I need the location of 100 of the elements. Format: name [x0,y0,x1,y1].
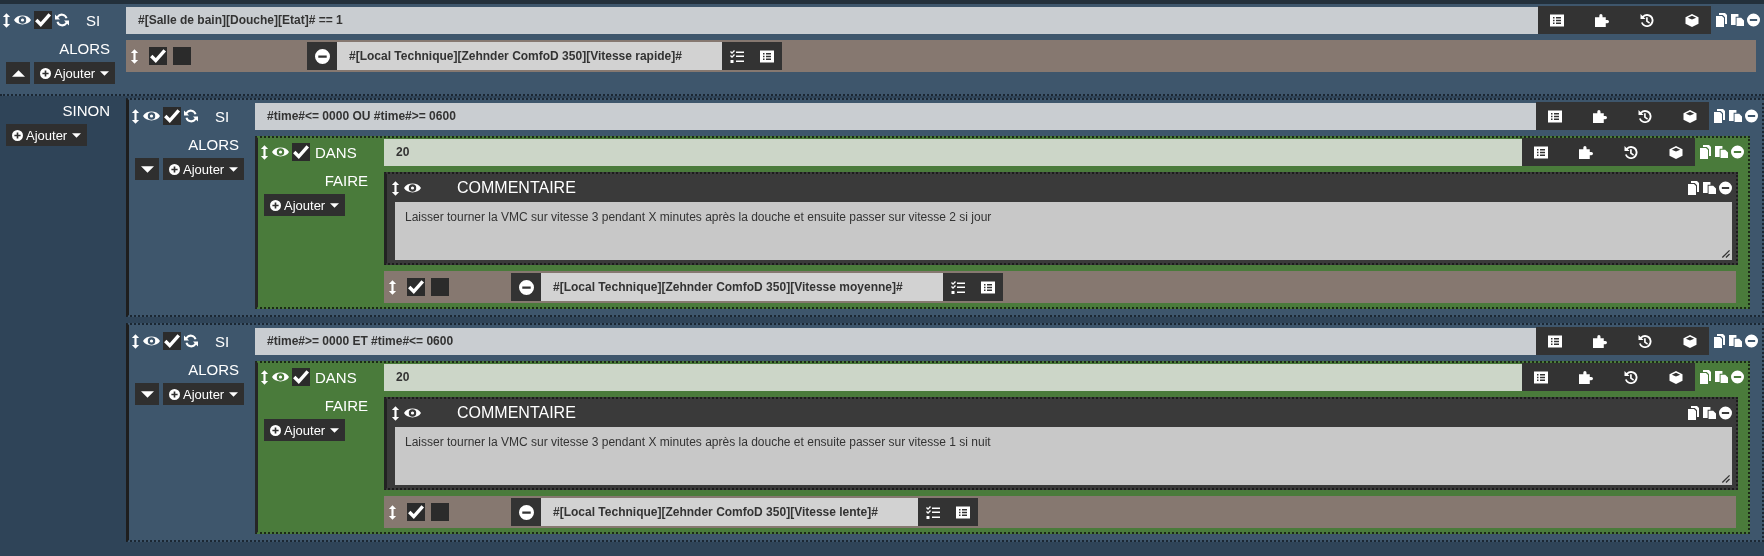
add-button[interactable]: Ajouter [264,194,346,216]
checkbox[interactable] [163,107,181,125]
remove-icon[interactable] [1731,145,1744,159]
eye-icon[interactable] [143,110,160,122]
copy-icon[interactable] [1699,145,1712,159]
remove-button[interactable] [307,42,337,70]
delay-field[interactable]: 20 [384,138,1522,166]
command-field[interactable]: #[Local Technique][Zehnder ComfoD 350][Vitesse rapide]# [337,42,722,70]
checkbox[interactable] [173,47,191,65]
drag-handle-icon[interactable] [388,504,397,520]
comment-field[interactable]: Laisser tourner la VMC sur vitesse 3 pendant X minutes après la douche et ensuite passer sur vitesse 1 si nuit [395,427,1732,485]
cube-icon[interactable] [1669,145,1683,159]
remove-icon[interactable] [1719,181,1732,195]
remove-icon[interactable] [1731,370,1744,384]
checkbox[interactable] [292,143,310,161]
eye-icon[interactable] [272,371,289,383]
checkbox[interactable] [149,47,167,65]
paste-icon[interactable] [1731,13,1744,27]
cube-icon[interactable] [1669,370,1683,384]
collapse-button[interactable] [135,383,159,405]
command-field[interactable]: #[Local Technique][Zehnder ComfoD 350][Vitesse lente]# [541,498,918,526]
drag-handle-icon[interactable] [2,12,11,28]
add-button[interactable]: Ajouter [163,158,245,180]
comment-field[interactable]: Laisser tourner la VMC sur vitesse 3 pendant X minutes après la douche et ensuite passer sur vitesse 2 si jour [395,202,1732,260]
refresh-icon[interactable] [184,334,198,348]
puzzle-icon[interactable] [1593,109,1607,123]
drag-handle-icon[interactable] [388,279,397,295]
puzzle-icon[interactable] [1579,370,1593,384]
checkbox[interactable] [431,503,449,521]
drag-handle-icon[interactable] [391,405,400,421]
drag-handle-icon[interactable] [260,144,269,160]
copy-icon[interactable] [1699,370,1712,384]
add-button[interactable]: Ajouter [264,419,346,441]
history-icon[interactable] [1640,13,1654,27]
add-button[interactable]: Ajouter [6,124,88,146]
copy-icon[interactable] [1715,13,1728,27]
paste-icon[interactable] [1715,370,1728,384]
copy-icon[interactable] [1687,181,1700,195]
checkbox[interactable] [34,11,52,29]
list-icon[interactable] [1548,334,1562,348]
list-icon[interactable] [1534,145,1548,159]
command-field[interactable]: #[Local Technique][Zehnder ComfoD 350][Vitesse moyenne]# [541,273,943,301]
eye-icon[interactable] [14,14,31,26]
resize-grip-icon[interactable] [1721,474,1730,483]
puzzle-icon[interactable] [1593,334,1607,348]
drag-handle-icon[interactable] [131,333,140,349]
cube-icon[interactable] [1683,334,1697,348]
paste-icon[interactable] [1729,109,1742,123]
eye-icon[interactable] [404,182,421,194]
add-button[interactable]: Ajouter [163,383,245,405]
paste-icon[interactable] [1703,181,1716,195]
condition-field[interactable]: #time#<= 0000 OU #time#>= 0600 [255,102,1536,130]
copy-icon[interactable] [1687,406,1700,420]
history-icon[interactable] [1638,334,1652,348]
options-button[interactable] [942,273,973,301]
paste-icon[interactable] [1703,406,1716,420]
collapse-button[interactable] [6,62,30,84]
eye-icon[interactable] [404,407,421,419]
checkbox[interactable] [431,278,449,296]
delay-field[interactable]: 20 [384,363,1522,391]
paste-icon[interactable] [1729,334,1742,348]
drag-handle-icon[interactable] [130,48,139,64]
options-button[interactable] [721,42,752,70]
history-icon[interactable] [1624,145,1638,159]
checkbox[interactable] [163,332,181,350]
copy-icon[interactable] [1713,334,1726,348]
list-button[interactable] [751,42,782,70]
cube-icon[interactable] [1683,109,1697,123]
condition-field[interactable]: #[Salle de bain][Douche][Etat]# == 1 [126,6,1538,34]
remove-icon[interactable] [1747,13,1760,27]
history-icon[interactable] [1624,370,1638,384]
drag-handle-icon[interactable] [260,369,269,385]
add-button[interactable]: Ajouter [34,62,116,84]
resize-grip-icon[interactable] [1721,249,1730,258]
remove-button[interactable] [511,273,541,301]
list-icon[interactable] [1548,109,1562,123]
drag-handle-icon[interactable] [131,108,140,124]
refresh-icon[interactable] [184,109,198,123]
copy-icon[interactable] [1713,109,1726,123]
remove-icon[interactable] [1719,406,1732,420]
history-icon[interactable] [1638,109,1652,123]
checkbox[interactable] [407,278,425,296]
refresh-icon[interactable] [55,13,69,27]
list-icon[interactable] [1534,370,1548,384]
list-button[interactable] [972,273,1003,301]
remove-button[interactable] [511,498,541,526]
eye-icon[interactable] [143,335,160,347]
list-icon[interactable] [1550,13,1564,27]
puzzle-icon[interactable] [1579,145,1593,159]
eye-icon[interactable] [272,146,289,158]
checkbox[interactable] [292,368,310,386]
paste-icon[interactable] [1715,145,1728,159]
options-button[interactable] [917,498,948,526]
puzzle-icon[interactable] [1595,13,1609,27]
cube-icon[interactable] [1685,13,1699,27]
drag-handle-icon[interactable] [391,180,400,196]
list-button[interactable] [947,498,978,526]
remove-icon[interactable] [1745,109,1758,123]
collapse-button[interactable] [135,158,159,180]
condition-field[interactable]: #time#>= 0000 ET #time#<= 0600 [255,327,1536,355]
